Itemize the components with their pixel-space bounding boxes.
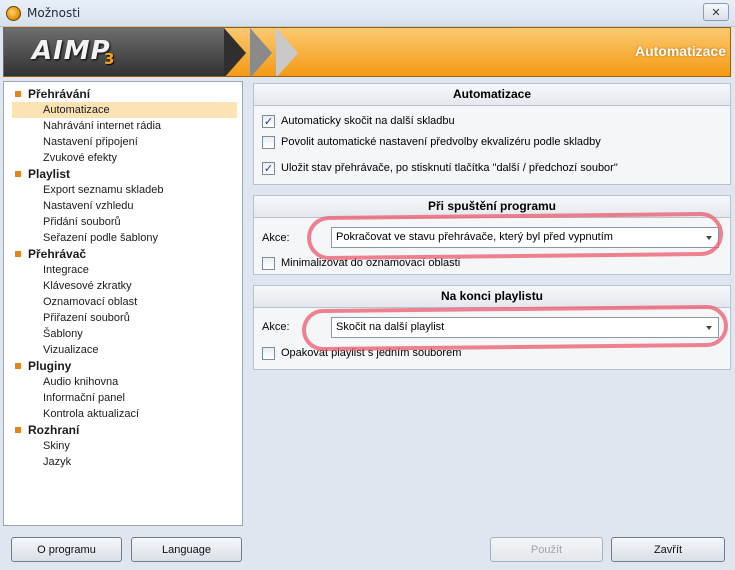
checkbox-empty[interactable] [262,135,275,149]
tree-item-skins[interactable]: Skiny [12,438,237,454]
tree-group-playlist[interactable]: Playlist [4,166,242,182]
on-end-group: Na konci playlistu Akce: Skočit na další… [253,285,731,370]
close-button[interactable]: Zavřít [611,537,725,562]
option-label: Povolit automatické nastavení předvolby … [281,136,601,148]
tree-item-export-playlist[interactable]: Export seznamu skladeb [12,182,237,198]
tree-group-playback[interactable]: Přehrávání [4,86,242,102]
page-title: Automatizace [634,43,726,59]
banner-chevron-icon [276,28,298,76]
automation-group-heading: Automatizace [254,84,730,106]
tree-item-tray[interactable]: Oznamovací oblast [12,294,237,310]
tree-item-connection[interactable]: Nastavení připojení [12,134,237,150]
settings-tree: Přehrávání Automatizace Nahrávání intern… [3,81,243,526]
aimp-logo-version: 3 [104,50,115,68]
option-label: Automaticky skočit na další skladbu [281,115,455,127]
tree-item-info-panel[interactable]: Informační panel [12,390,237,406]
tree-group-player[interactable]: Přehrávač [4,246,242,262]
tree-item-sort-template[interactable]: Seřazení podle šablony [12,230,237,246]
on-end-action-value: Skočit na další playlist [336,321,445,333]
tree-item-audio-library[interactable]: Audio knihovna [12,374,237,390]
tree-group-plugins[interactable]: Pluginy [4,358,242,374]
option-auto-next-track[interactable]: ✓ Automaticky skočit na další skladbu [262,113,455,129]
window-title: Možnosti [27,6,81,20]
tree-item-internet-radio[interactable]: Nahrávání internet rádia [12,118,237,134]
tree-item-language[interactable]: Jazyk [12,454,237,470]
checkbox-empty[interactable] [262,346,275,360]
on-start-group-heading: Při spuštění programu [254,196,730,218]
check-icon[interactable]: ✓ [262,161,275,175]
tree-item-file-association[interactable]: Přiřazení souborů [12,310,237,326]
language-button[interactable]: Language [131,537,242,562]
aimp-app-icon [6,6,21,21]
option-minimize-to-tray[interactable]: Minimalizovat do oznamovací oblasti [262,255,460,271]
tree-item-sound-effects[interactable]: Zvukové efekty [12,150,237,166]
on-start-action-select[interactable]: Pokračovat ve stavu přehrávače, který by… [331,227,719,248]
chevron-down-icon[interactable] [706,326,712,330]
tree-item-update-check[interactable]: Kontrola aktualizací [12,406,237,422]
tree-item-templates[interactable]: Šablony [12,326,237,342]
tree-item-visualization[interactable]: Vizualizace [12,342,237,358]
tree-group-interface[interactable]: Rozhraní [4,422,242,438]
option-auto-equalizer[interactable]: Povolit automatické nastavení předvolby … [262,134,601,150]
on-end-action-select[interactable]: Skočit na další playlist [331,317,719,338]
tree-item-hotkeys[interactable]: Klávesové zkratky [12,278,237,294]
checkbox-empty[interactable] [262,256,275,270]
banner-chevron-icon [224,28,246,76]
window-close-button[interactable]: ✕ [703,3,729,21]
option-label: Opakovat playlist s jedním souborem [281,347,462,359]
tree-item-appearance[interactable]: Nastavení vzhledu [12,198,237,214]
about-button[interactable]: O programu [11,537,122,562]
tree-item-automation[interactable]: Automatizace [12,102,237,118]
option-save-player-state[interactable]: ✓ Uložit stav přehrávače, po stisknutí t… [262,160,618,176]
tree-item-integration[interactable]: Integrace [12,262,237,278]
window-titlebar: Možnosti ✕ [0,0,735,27]
on-start-action-value: Pokračovat ve stavu přehrávače, který by… [336,231,613,243]
aimp-logo: AIMP [32,36,111,66]
option-repeat-single-playlist[interactable]: Opakovat playlist s jedním souborem [262,345,461,361]
on-end-group-heading: Na konci playlistu [254,286,730,308]
apply-button[interactable]: Použít [490,537,603,562]
check-icon[interactable]: ✓ [262,114,275,128]
header-banner: AIMP 3 Automatizace [3,27,731,77]
banner-chevron-icon [250,28,272,76]
on-start-group: Při spuštění programu Akce: Pokračovat v… [253,195,731,275]
chevron-down-icon[interactable] [706,236,712,240]
option-label: Minimalizovat do oznamovací oblasti [281,257,461,269]
automation-group: Automatizace ✓ Automaticky skočit na dal… [253,83,731,185]
on-end-action-label: Akce: [262,321,290,333]
tree-item-add-files[interactable]: Přidání souborů [12,214,237,230]
option-label: Uložit stav přehrávače, po stisknutí tla… [281,162,618,174]
on-start-action-label: Akce: [262,232,290,244]
